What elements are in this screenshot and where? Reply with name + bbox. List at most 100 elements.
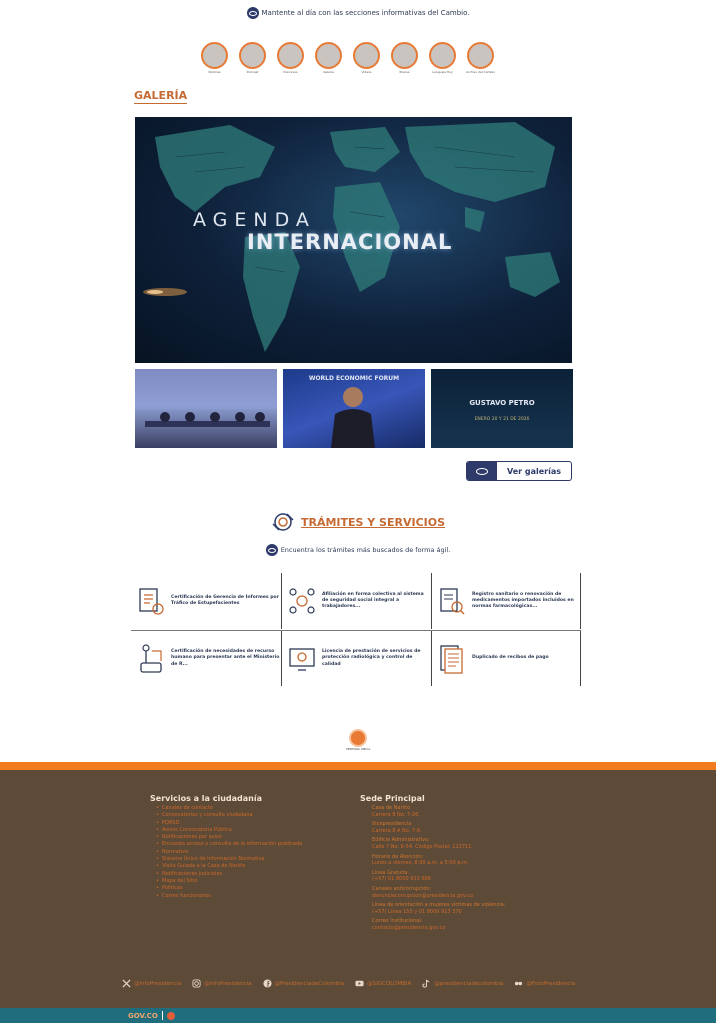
contact-label: Línea Gratuita:: [372, 869, 410, 876]
section-item-discursos[interactable]: Discursos: [276, 42, 305, 74]
footer-contact-block: Vicepresidencia Carrera 8 A No. 7-6.: [372, 821, 560, 834]
receipt-copy-icon: [440, 644, 463, 674]
tramite-card[interactable]: Registro sanitario o renovación de medic…: [431, 573, 581, 629]
section-item-videos[interactable]: Videos: [352, 42, 381, 74]
social-link-flickr[interactable]: @FotoPresidencia: [514, 979, 575, 988]
section-thumbnail: [201, 42, 228, 69]
contact-value[interactable]: denunciacorrupcion@presidencia.gov.co: [372, 893, 560, 900]
social-link-youtube[interactable]: @SIGCOLOMBIA: [355, 979, 411, 988]
contact-label: Casa de Nariño: [372, 805, 411, 811]
section-item-lenguaje[interactable]: Lenguaje Hoy: [428, 42, 457, 74]
gallery-hero-image[interactable]: AGENDA INTERNACIONAL: [135, 117, 572, 363]
tramite-text: Certificación de Gerencia de Informes po…: [171, 594, 279, 606]
footer-contact-column: Sede Principal Casa de Nariño Carrera 8 N…: [360, 794, 560, 935]
footer-link[interactable]: Visita Guiada a la Casa de Nariño: [150, 863, 350, 871]
section-item-prensa[interactable]: Prensa: [390, 42, 419, 74]
eye-icon: [246, 7, 259, 19]
footer-link[interactable]: Políticas: [150, 885, 350, 893]
footer-accent-bar: [0, 762, 716, 770]
speaker-photo-graphic: [331, 387, 375, 448]
contact-label: Edificio Administrativo:: [372, 837, 430, 844]
tramites-title: TRÁMITES Y SERVICIOS: [300, 515, 446, 529]
social-link-tiktok[interactable]: @presidenciadecolombia: [422, 979, 503, 988]
footer-contact-block: Casa de Nariño Carrera 8 No. 7-26.: [372, 805, 560, 818]
x-icon: [122, 979, 131, 988]
section-label: Galería: [323, 70, 334, 74]
social-handle: @presidenciadecolombia: [434, 980, 504, 987]
contact-value[interactable]: contacto@presidencia.gov.co: [372, 925, 560, 932]
tiktok-icon: [422, 979, 430, 988]
section-thumbnail: [315, 42, 342, 69]
footer-link[interactable]: Correo funcionarios: [150, 893, 350, 901]
footer-link[interactable]: Convocatorias y consulta ciudadana: [150, 812, 350, 820]
hero-title-line1: AGENDA: [193, 209, 316, 231]
contact-label: Vicepresidencia: [372, 821, 412, 828]
footer-services-column: Servicios a la ciudadanía Canales de con…: [150, 794, 350, 900]
gallery-thumbnail[interactable]: [135, 369, 277, 448]
social-handle: @FotoPresidencia: [526, 980, 576, 987]
flickr-icon: [515, 981, 523, 986]
contact-value: Lunes a viernes, 8:00 a.m. a 5:00 p.m.: [372, 860, 469, 867]
ventana-unica-seal[interactable]: VENTANA ÚNICA: [344, 729, 372, 751]
tramites-row: Certificación de necesidades de recurso …: [131, 630, 581, 686]
section-thumbnail: [391, 42, 418, 69]
contact-value: (+57) Línea 155 y 01 8000 913 370: [372, 908, 462, 915]
contact-label: Horario de Atención:: [372, 853, 424, 860]
footer-services-heading: Servicios a la ciudadanía: [150, 794, 262, 803]
gallery-thumbnail[interactable]: WORLD ECONOMIC FORUM: [283, 369, 425, 448]
contact-label: Línea de orientación a mujeres víctimas …: [372, 902, 506, 909]
tramite-card[interactable]: Certificación de Gerencia de Informes po…: [131, 573, 281, 629]
footer-link[interactable]: Canales de contacto: [150, 805, 350, 813]
section-item-archivo[interactable]: Archivo del Cambio: [466, 42, 495, 74]
social-link-instagram[interactable]: @infoPresidencia: [192, 979, 252, 988]
tramite-card[interactable]: Duplicado de recibos de pago: [431, 631, 581, 686]
gallery-thumbnail[interactable]: GUSTAVO PETRO ENERO 20 Y 21 DE 2026: [431, 369, 573, 448]
instagram-icon: [192, 979, 201, 988]
social-link-x[interactable]: @infoPresidencia: [122, 979, 181, 988]
tramite-text: Certificación de necesidades de recurso …: [171, 649, 280, 667]
group-network-icon: [289, 588, 315, 614]
section-item-podcast[interactable]: Podcast: [238, 42, 267, 74]
contact-label: Canales anticorrupción:: [372, 885, 432, 892]
social-handle: @PresidenciadeColombia: [274, 980, 345, 987]
document-gear-icon: [139, 588, 164, 615]
tramites-grid: Certificación de Gerencia de Informes po…: [131, 573, 581, 686]
panel-photo-graphic: [135, 369, 277, 427]
tramites-subtitle: Encuentra los trámites más buscados de f…: [280, 546, 451, 554]
footer-link[interactable]: Sistema Único de Información Normativa: [150, 856, 350, 864]
thumbnail-subcaption: ENERO 20 Y 21 DE 2026: [474, 417, 530, 422]
thumbnail-caption: GUSTAVO PETRO: [469, 399, 535, 407]
hero-title-line2: INTERNACIONAL: [247, 230, 453, 254]
contact-label: Correo Institucional:: [372, 918, 423, 925]
footer-link[interactable]: Normativa: [150, 849, 350, 857]
person-scroll-icon: [140, 643, 162, 673]
footer-link[interactable]: Avisos Convocatoria Pública: [150, 827, 350, 835]
section-item-galeria[interactable]: Galería: [314, 42, 343, 74]
social-links: @infoPresidencia @infoPresidencia @Presi…: [122, 979, 575, 988]
gallery-thumbnails: WORLD ECONOMIC FORUM GUSTAVO PETRO ENERO…: [135, 369, 573, 448]
tramite-card[interactable]: Certificación de necesidades de recurso …: [131, 631, 281, 686]
footer-contact-block: Horario de Atención: Lunes a viernes, 8:0…: [372, 854, 560, 867]
seal-icon: [349, 729, 367, 747]
document-search-icon: [440, 588, 465, 615]
footer-link[interactable]: PQRSD: [150, 820, 350, 828]
gov-bar: GOV.CO: [0, 1008, 716, 1023]
tramite-text: Afiliación en forma colectiva al sistema…: [322, 591, 424, 610]
footer-contact-block: Canales anticorrupción: denunciacorrupcio…: [372, 886, 560, 899]
section-item-noticias[interactable]: Noticias: [200, 42, 229, 74]
section-thumbnail: [467, 42, 494, 69]
intro-note: Mantente al día con las secciones inform…: [0, 7, 716, 19]
section-label: Videos: [361, 70, 372, 74]
tramite-text: Licencia de prestación de servicios de p…: [322, 649, 421, 667]
tramite-card[interactable]: Afiliación en forma colectiva al sistema…: [281, 573, 431, 629]
gallery-title: GALERÍA: [134, 89, 188, 104]
gov-co-logo[interactable]: GOV.CO: [128, 1012, 158, 1020]
view-galleries-button[interactable]: Ver galerías: [466, 461, 572, 481]
tramites-header: TRÁMITES Y SERVICIOS: [0, 510, 716, 534]
tramite-card[interactable]: Licencia de prestación de servicios de p…: [281, 631, 431, 686]
footer-link[interactable]: Notificaciones judiciales: [150, 871, 350, 879]
social-link-facebook[interactable]: @PresidenciadeColombia: [262, 979, 345, 988]
footer-link[interactable]: Encuesta acceso y consulta de la informa…: [150, 841, 350, 849]
youtube-icon: [355, 980, 364, 987]
sections-carousel: Noticias Podcast Discursos Galería Video…: [200, 42, 495, 74]
